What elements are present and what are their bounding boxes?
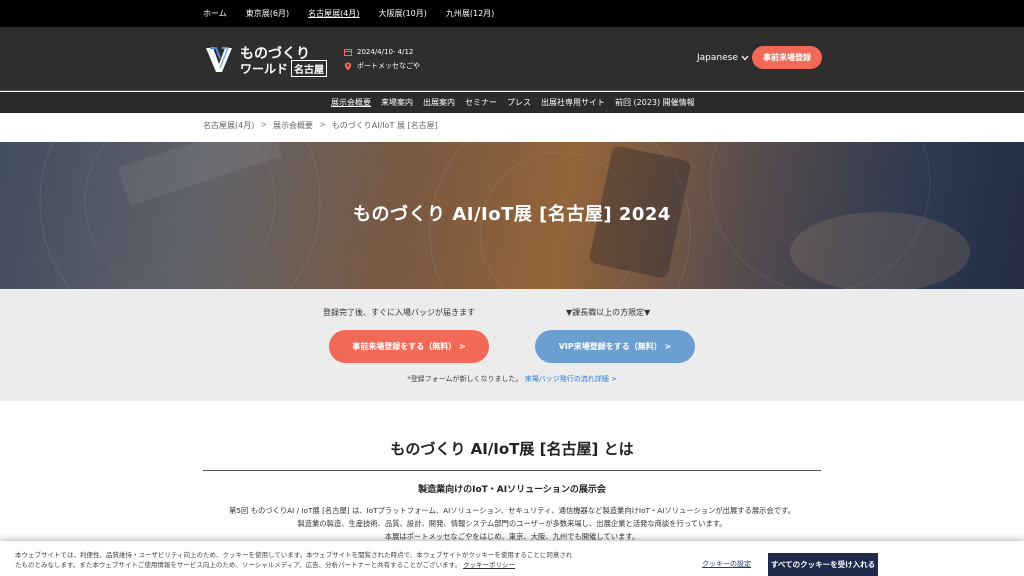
site-header: ものづくり ワールド 名古屋 2024/4/10- 4/12 ポートメッセなごや …: [0, 27, 1024, 91]
nav-item-exhibitor-info[interactable]: 出展案内: [423, 97, 455, 108]
breadcrumb-item-overview[interactable]: 展示会概要: [273, 120, 313, 131]
topbar-link-osaka[interactable]: 大阪展(10月): [378, 8, 426, 19]
nav-item-exhibitor-site[interactable]: 出展社専用サイト: [541, 97, 605, 108]
language-label: Japanese: [697, 53, 738, 63]
topbar-link-nagoya[interactable]: 名古屋展(4月): [308, 8, 359, 19]
topbar-link-tokyo[interactable]: 東京展(6月): [246, 8, 289, 19]
vip-registration-caption: ▼課長職以上の方限定▼: [566, 308, 651, 317]
breadcrumb-separator: >: [319, 120, 326, 129]
about-description: 第5回 ものづくりAI / IoT展 [名古屋] は、IoTプラットフォーム、A…: [203, 504, 821, 543]
event-info: 2024/4/10- 4/12 ポートメッセなごや: [344, 45, 420, 73]
badge-flow-link[interactable]: 来場バッジ発行の流れ詳細 >: [525, 375, 617, 383]
breadcrumb-item-nagoya[interactable]: 名古屋展(4月): [203, 120, 254, 131]
cookie-settings-link[interactable]: クッキーの設定: [702, 559, 751, 569]
nav-item-previous-edition[interactable]: 前回 (2023) 開催情報: [615, 97, 695, 108]
about-line-2: 製造業の製造、生産技術、品質、設計、開発、情報システム部門のユーザーが多数来場し…: [297, 519, 727, 528]
registration-note: *登録フォームが新しくなりました。 来場バッジ発行の流れ詳細 >: [0, 374, 1024, 384]
logo-text-world: ワールド: [240, 62, 289, 76]
event-city-links: ホーム 東京展(6月) 名古屋展(4月) 大阪展(10月) 九州展(12月): [203, 8, 513, 19]
about-heading: ものづくり AI/IoT展 [名古屋] とは: [390, 440, 634, 458]
header-register-button[interactable]: 事前来場登録: [752, 46, 822, 69]
nav-item-seminar[interactable]: セミナー: [465, 97, 497, 108]
cookie-notice: 本ウェブサイトでは、利便性、品質維持・ユーザビリティ向上のため、クッキーを使用し…: [15, 550, 575, 570]
cookie-policy-link[interactable]: クッキーポリシー: [463, 561, 515, 569]
about-line-1: 第5回 ものづくりAI / IoT展 [名古屋] は、IoTプラットフォーム、A…: [229, 506, 795, 515]
event-venue: ポートメッセなごや: [357, 62, 420, 70]
registration-section: 登録完了後、すぐに入場バッジが届きます ▼課長職以上の方限定▼ 事前来場登録をす…: [0, 289, 1024, 401]
standard-registration-caption: 登録完了後、すぐに入場バッジが届きます: [323, 308, 475, 317]
main-nav: 展示会概要 来場案内 出展案内 セミナー プレス 出展社専用サイト 前回 (20…: [0, 92, 1024, 113]
accept-all-cookies-button[interactable]: すべてのクッキーを受け入れる: [768, 553, 878, 576]
cookie-banner: 本ウェブサイトでは、利便性、品質維持・ユーザビリティ向上のため、クッキーを使用し…: [0, 541, 1024, 576]
calendar-icon: [344, 49, 352, 56]
nav-item-overview[interactable]: 展示会概要: [331, 97, 371, 108]
registration-note-text: *登録フォームが新しくなりました。: [407, 375, 523, 383]
logo-city-badge: 名古屋: [291, 60, 328, 77]
main-nav-list: 展示会概要 来場案内 出展案内 セミナー プレス 出展社専用サイト 前回 (20…: [331, 97, 705, 108]
event-venue-row: ポートメッセなごや: [344, 59, 420, 73]
event-date: 2024/4/10- 4/12: [357, 48, 414, 56]
standard-registration-button[interactable]: 事前来場登録をする（無料） >: [329, 330, 489, 363]
breadcrumb: 名古屋展(4月) > 展示会概要 > ものづくりAI/IoT 展 [名古屋]: [203, 120, 444, 131]
logo-mark-icon: [206, 47, 232, 72]
event-date-row: 2024/4/10- 4/12: [344, 45, 420, 59]
topbar-link-kyushu[interactable]: 九州展(12月): [446, 8, 494, 19]
breadcrumb-item-current: ものづくりAI/IoT 展 [名古屋]: [331, 121, 438, 130]
site-logo[interactable]: ものづくり ワールド 名古屋: [204, 42, 334, 77]
top-bar: ホーム 東京展(6月) 名古屋展(4月) 大阪展(10月) 九州展(12月): [0, 0, 1024, 27]
nav-item-visitor-info[interactable]: 来場案内: [381, 97, 413, 108]
about-subheading: 製造業向けのIoT・AIソリューションの展示会: [418, 485, 606, 495]
hero-banner: ものづくり AI/IoT展 [名古屋] 2024: [0, 142, 1024, 289]
breadcrumb-separator: >: [260, 120, 268, 129]
vip-registration-button[interactable]: VIP来場登録をする（無料） >: [535, 330, 695, 363]
chevron-down-icon: [741, 55, 749, 61]
about-divider: [203, 470, 821, 471]
language-selector[interactable]: Japanese: [697, 53, 749, 63]
nav-item-press[interactable]: プレス: [507, 97, 531, 108]
location-pin-icon: [344, 62, 352, 70]
topbar-link-home[interactable]: ホーム: [203, 8, 227, 19]
logo-text-bottom: ワールド 名古屋: [240, 60, 328, 77]
page-title: ものづくり AI/IoT展 [名古屋] 2024: [353, 204, 671, 225]
